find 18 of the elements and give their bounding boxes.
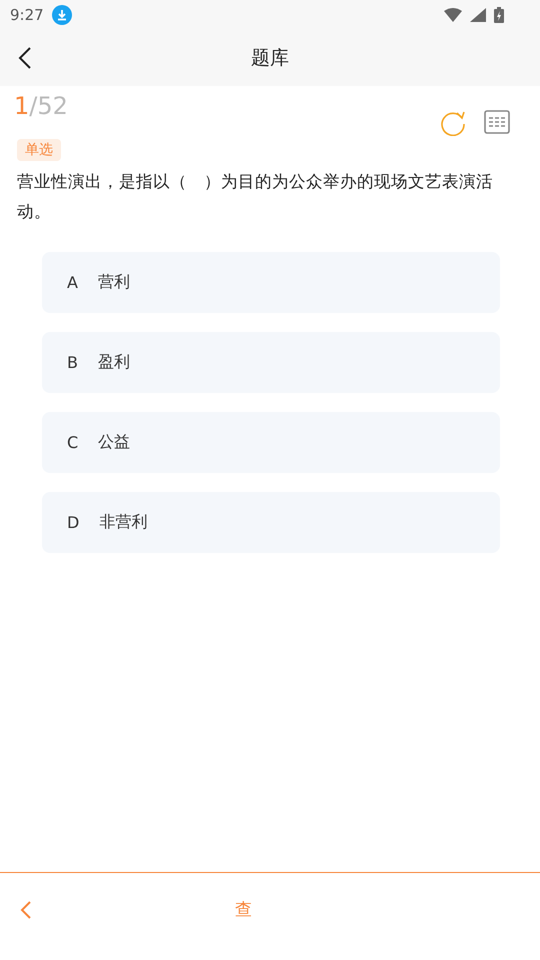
question-type-tag: 单选 bbox=[17, 139, 61, 161]
current-number: 1 bbox=[14, 92, 30, 120]
wifi-icon bbox=[444, 8, 462, 22]
answer-option[interactable]: C 公益 bbox=[42, 412, 500, 473]
answer-option[interactable]: D 非营利 bbox=[42, 492, 500, 553]
signal-icon bbox=[470, 8, 486, 22]
battery-icon bbox=[494, 7, 504, 23]
answer-option[interactable]: A 营利 bbox=[42, 252, 500, 313]
back-icon[interactable] bbox=[18, 46, 32, 70]
download-icon bbox=[52, 5, 72, 25]
page-title: 题库 bbox=[251, 46, 289, 71]
previous-icon[interactable] bbox=[20, 900, 32, 920]
question-text: 营业性演出，是指以（ ）为目的为公众举办的现场文艺表演活动。 bbox=[17, 171, 494, 223]
answer-option[interactable]: B 盈利 bbox=[42, 332, 500, 393]
grid-icon[interactable] bbox=[484, 110, 510, 134]
refresh-icon[interactable] bbox=[440, 110, 466, 136]
status-time: 9:27 bbox=[10, 6, 44, 24]
total-count: /52 bbox=[29, 92, 68, 120]
